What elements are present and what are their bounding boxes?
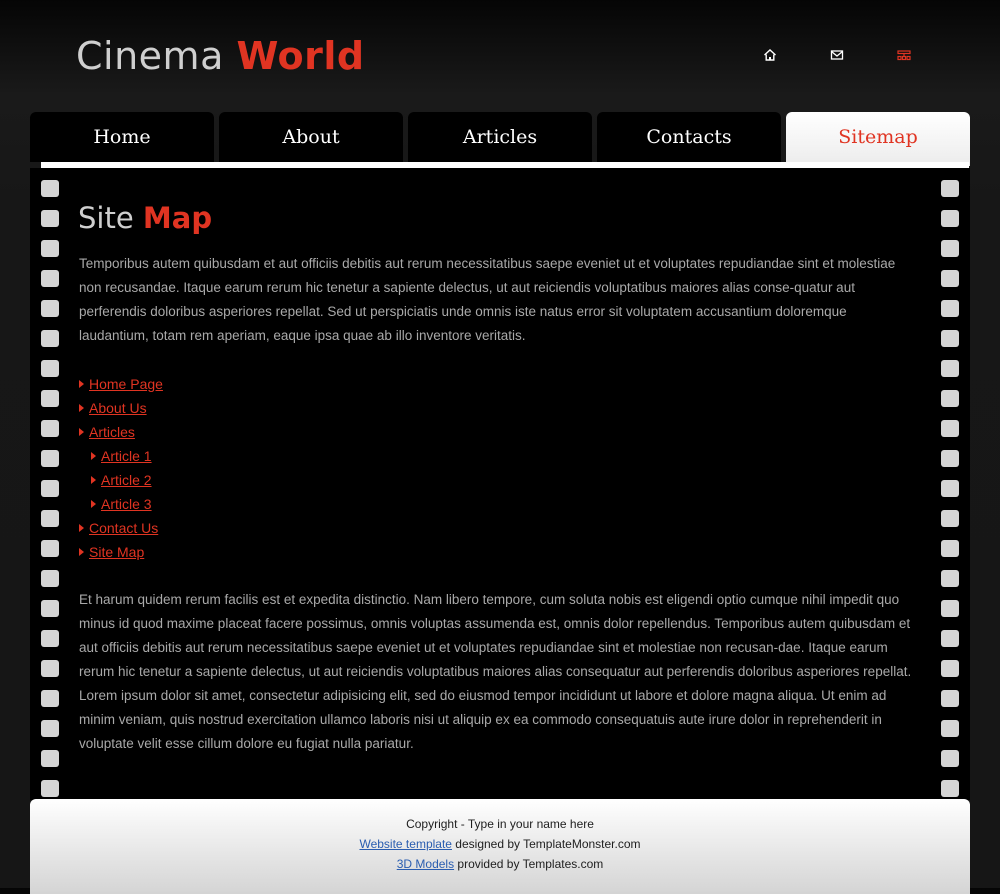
link-home-page[interactable]: Home Page — [89, 376, 163, 392]
film-hole — [41, 510, 59, 527]
footer-designed-by: designed by TemplateMonster.com — [451, 837, 641, 851]
list-item: Article 1 — [79, 444, 163, 468]
footer-copyright: Copyright - Type in your name here — [406, 817, 594, 831]
film-hole — [41, 600, 59, 617]
film-hole — [941, 210, 959, 227]
page-title-map: Map — [142, 201, 213, 235]
film-hole — [941, 510, 959, 527]
film-hole — [41, 390, 59, 407]
bullet-arrow-icon — [79, 428, 84, 436]
list-item: Site Map — [79, 540, 163, 564]
tab-sitemap[interactable]: Sitemap — [786, 112, 970, 166]
film-hole — [941, 780, 959, 797]
list-item: Article 3 — [79, 492, 163, 516]
film-hole — [941, 180, 959, 197]
film-hole — [41, 540, 59, 557]
site-logo[interactable]: Cinema World — [76, 32, 365, 80]
film-hole — [941, 420, 959, 437]
film-hole — [41, 270, 59, 287]
list-item: Home Page — [79, 372, 163, 396]
link-article-1[interactable]: Article 1 — [101, 448, 152, 464]
link-site-map[interactable]: Site Map — [89, 544, 144, 560]
film-hole — [41, 300, 59, 317]
film-strip-right — [941, 180, 959, 810]
film-hole — [941, 750, 959, 767]
film-hole — [941, 330, 959, 347]
footer-provided-by: provided by Templates.com — [454, 857, 604, 871]
film-hole — [41, 660, 59, 677]
film-hole — [941, 300, 959, 317]
sitemap-list: Home Page About Us Articles Article 1 Ar… — [79, 372, 163, 564]
film-hole — [41, 720, 59, 737]
mail-icon[interactable] — [829, 47, 845, 63]
list-item: Contact Us — [79, 516, 163, 540]
home-icon[interactable] — [762, 47, 778, 63]
film-hole — [941, 360, 959, 377]
tab-home[interactable]: Home — [30, 112, 214, 162]
film-hole — [41, 420, 59, 437]
bullet-arrow-icon — [79, 548, 84, 556]
film-hole — [41, 690, 59, 707]
film-hole — [941, 600, 959, 617]
film-hole — [41, 240, 59, 257]
film-hole — [41, 570, 59, 587]
film-hole — [941, 630, 959, 647]
bullet-arrow-icon — [79, 524, 84, 532]
footer: Copyright - Type in your name here Websi… — [30, 799, 970, 894]
list-item: Article 2 — [79, 468, 163, 492]
film-hole — [41, 180, 59, 197]
3d-models-link[interactable]: 3D Models — [397, 857, 454, 871]
film-hole — [941, 720, 959, 737]
website-template-link[interactable]: Website template — [359, 837, 452, 851]
film-hole — [941, 240, 959, 257]
main-navigation: Home About Articles Contacts Sitemap — [30, 112, 970, 166]
film-strip-left — [41, 180, 59, 810]
bullet-arrow-icon — [79, 404, 84, 412]
film-hole — [41, 630, 59, 647]
intro-paragraph: Temporibus autem quibusdam et aut offici… — [79, 256, 896, 343]
body-paragraph: Et harum quidem rerum facilis est et exp… — [79, 592, 912, 751]
film-hole — [941, 390, 959, 407]
film-hole — [41, 360, 59, 377]
content-panel: Site Map Temporibus autem quibusdam et a… — [30, 168, 970, 800]
tab-contacts[interactable]: Contacts — [597, 112, 781, 162]
link-contact-us[interactable]: Contact Us — [89, 520, 158, 536]
logo-cinema: Cinema — [76, 34, 224, 78]
film-hole — [941, 540, 959, 557]
link-about-us[interactable]: About Us — [89, 400, 147, 416]
tab-articles[interactable]: Articles — [408, 112, 592, 162]
page-title: Site Map — [78, 198, 212, 238]
film-hole — [941, 450, 959, 467]
film-hole — [41, 480, 59, 497]
link-article-3[interactable]: Article 3 — [101, 496, 152, 512]
film-hole — [941, 690, 959, 707]
film-hole — [41, 780, 59, 797]
footer-line-models: 3D Models provided by Templates.com — [30, 854, 970, 874]
film-hole — [41, 210, 59, 227]
film-hole — [41, 330, 59, 347]
list-item: Articles — [79, 420, 163, 444]
tab-about[interactable]: About — [219, 112, 403, 162]
sitemap-icon[interactable] — [896, 47, 912, 63]
bullet-arrow-icon — [91, 476, 96, 484]
film-hole — [941, 480, 959, 497]
film-hole — [41, 450, 59, 467]
film-hole — [941, 270, 959, 287]
link-article-2[interactable]: Article 2 — [101, 472, 152, 488]
bullet-arrow-icon — [91, 452, 96, 460]
film-hole — [41, 750, 59, 767]
bullet-arrow-icon — [91, 500, 96, 508]
footer-line-template: Website template designed by TemplateMon… — [30, 834, 970, 854]
film-hole — [941, 660, 959, 677]
logo-world: World — [236, 34, 365, 78]
list-item: About Us — [79, 396, 163, 420]
film-hole — [941, 570, 959, 587]
link-articles[interactable]: Articles — [89, 424, 135, 440]
bullet-arrow-icon — [79, 380, 84, 388]
page-title-site: Site — [78, 201, 134, 235]
